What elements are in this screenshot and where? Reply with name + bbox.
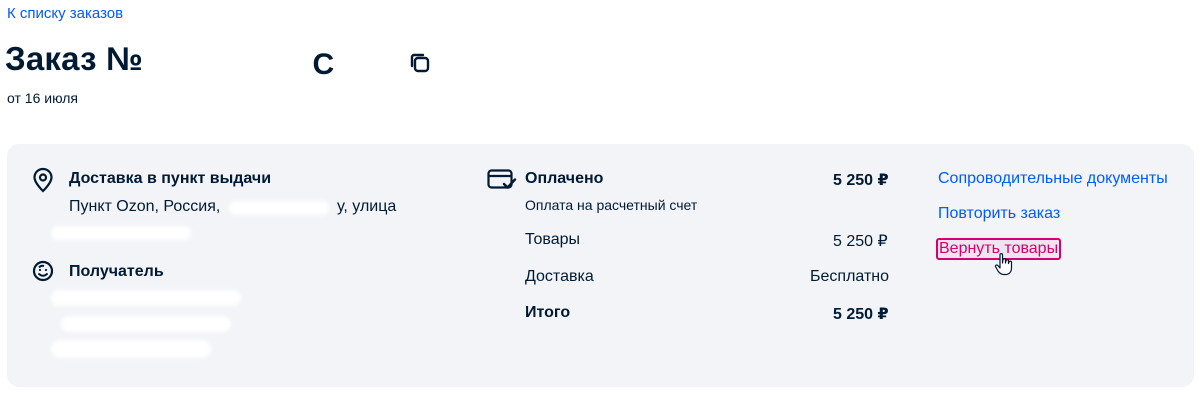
items-label: Товары <box>525 231 581 248</box>
redacted-recipient-name <box>51 290 241 306</box>
redacted-address-part <box>229 201 329 215</box>
documents-link[interactable]: Сопроводительные документы <box>938 170 1168 188</box>
items-value: 5 250 ₽ <box>833 233 888 250</box>
order-number-tail: С <box>312 48 337 82</box>
delivery-cost-value: Бесплатно <box>810 268 890 285</box>
repeat-order-link[interactable]: Повторить заказ <box>938 205 1060 223</box>
order-number-redacted: С <box>152 46 392 81</box>
delivery-address-end: у, улица <box>337 198 397 215</box>
payment-status-amount: 5 250 ₽ <box>833 172 889 189</box>
smiley-icon <box>32 260 54 282</box>
credit-card-icon <box>487 169 517 189</box>
recipient-title: Получатель <box>69 263 164 280</box>
order-date: от 16 июля <box>7 90 79 106</box>
delivery-cost-label: Доставка <box>525 268 594 285</box>
payment-status: Оплачено <box>525 170 604 187</box>
redacted-address-line <box>51 226 191 240</box>
redacted-recipient-email <box>51 340 211 358</box>
location-pin-icon <box>33 167 53 193</box>
back-to-orders-link[interactable]: К списку заказов <box>7 5 123 22</box>
total-value: 5 250 ₽ <box>833 306 889 323</box>
total-label: Итого <box>525 304 571 321</box>
redacted-recipient-phone <box>61 316 231 332</box>
order-info-card: Доставка в пункт выдачи Пункт Ozon, Росс… <box>7 144 1194 387</box>
payment-method: Оплата на расчетный счет <box>525 197 698 213</box>
delivery-title: Доставка в пункт выдачи <box>69 170 272 187</box>
order-title-prefix: Заказ № <box>5 40 144 77</box>
delivery-address-start: Пункт Ozon, Россия, <box>69 198 221 215</box>
page-title: Заказ № С <box>5 40 392 81</box>
copy-icon[interactable] <box>408 51 432 75</box>
hand-cursor-icon <box>994 253 1013 276</box>
